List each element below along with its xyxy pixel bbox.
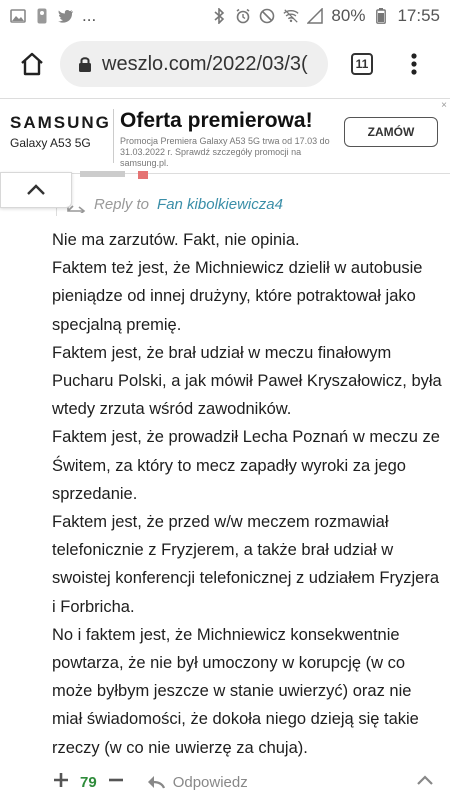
reply-to-label: Reply to [94, 196, 150, 213]
battery-level: 80% [331, 6, 366, 25]
lock-icon [79, 57, 91, 72]
reply-to-author-link[interactable]: Fan kibolkiewicza4 [157, 196, 283, 213]
chevron-up-icon [27, 184, 45, 195]
reply-label: Odpowiedz [172, 773, 248, 791]
home-icon [21, 52, 43, 76]
battery-icon [373, 8, 389, 24]
home-button[interactable] [4, 36, 60, 92]
ad-close-icon[interactable]: × [441, 100, 447, 111]
plus-icon [54, 772, 68, 787]
ad-brand: SAMSUNG Galaxy A53 5G [10, 113, 112, 150]
comment-paragraph: Faktem jest, że prowadził Lecha Poznań w… [52, 428, 440, 503]
comment-paragraph: Faktem jest, że przed w/w meczem rozmawi… [52, 513, 439, 616]
ad-title: Oferta premierowa! [120, 109, 313, 132]
reply-arrow-icon [147, 776, 165, 789]
more-notifications: ... [82, 6, 97, 25]
collapse-thread-button[interactable] [416, 773, 434, 791]
downvote-button[interactable] [107, 771, 125, 794]
ad-banner[interactable]: SAMSUNG Galaxy A53 5G Oferta premierowa!… [0, 98, 450, 174]
ad-divider [113, 109, 114, 163]
comment-paragraph: Faktem jest, że brał udział w meczu fina… [52, 343, 442, 419]
signal-icon [307, 8, 324, 24]
comment-actions: 79 Odpowiedz [52, 768, 442, 796]
ad-brand-model: Galaxy A53 5G [10, 136, 91, 150]
ad-brand-name: SAMSUNG [10, 113, 111, 132]
tab-count: 11 [351, 53, 373, 75]
reply-button[interactable]: Odpowiedz [147, 774, 248, 791]
comment-paragraph: Nie ma zarzutów. Fakt, nie opinia. [52, 231, 300, 249]
collapse-button[interactable] [0, 172, 72, 208]
previous-comment-fragment [80, 171, 160, 181]
more-vert-icon [411, 53, 417, 75]
reply-to: Reply to Fan kibolkiewicza4 [66, 196, 283, 213]
url-text: weszlo.com/2022/03/3( [102, 52, 308, 75]
chevron-up-icon [417, 775, 433, 785]
menu-button[interactable] [390, 36, 438, 92]
status-bar: ... 80% 17:55 [0, 0, 450, 32]
nba-icon [34, 8, 50, 24]
ad-subtitle: Promocja Premiera Galaxy A53 5G trwa od … [120, 136, 330, 168]
alarm-icon [235, 8, 251, 24]
browser-toolbar: weszlo.com/2022/03/3( 11 [0, 32, 450, 96]
ad-order-button[interactable]: ZAMÓW [344, 117, 438, 147]
comment-paragraph: No i faktem jest, że Michniewicz konsekw… [52, 625, 419, 757]
bluetooth-icon [211, 8, 227, 24]
twitter-icon [58, 8, 74, 24]
comment-body: Nie ma zarzutów. Fakt, nie opinia. Fakte… [52, 226, 442, 762]
minus-icon [108, 778, 123, 781]
image-icon [10, 8, 26, 24]
clock: 17:55 [397, 6, 440, 25]
comment-paragraph: Faktem też jest, że Michniewicz dzielił … [52, 259, 423, 334]
mute-icon [259, 8, 275, 24]
wifi-off-icon [283, 8, 300, 24]
upvote-button[interactable] [52, 771, 70, 794]
address-bar[interactable]: weszlo.com/2022/03/3( [60, 41, 328, 87]
tab-switcher-button[interactable]: 11 [334, 36, 390, 92]
vote-count: 79 [80, 773, 97, 791]
